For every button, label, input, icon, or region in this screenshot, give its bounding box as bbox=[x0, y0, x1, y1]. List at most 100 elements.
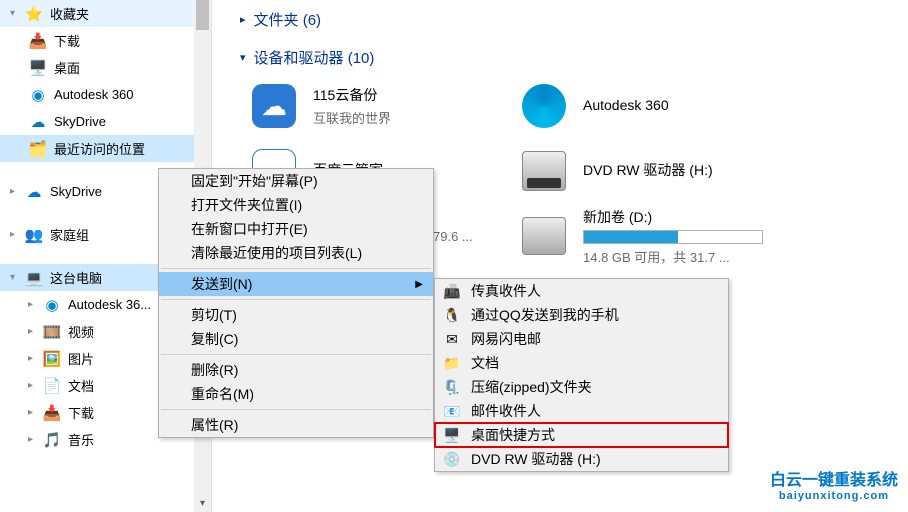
cloud-sync-icon: ☁ bbox=[252, 84, 296, 128]
scrollbar-thumb[interactable] bbox=[196, 0, 209, 30]
tree-label: 收藏夹 bbox=[50, 4, 89, 23]
caret-down-icon: ▾ bbox=[240, 51, 246, 64]
tree-label: SkyDrive bbox=[50, 184, 102, 199]
tree-label: 桌面 bbox=[54, 58, 80, 77]
documents-folder-icon: 📄 bbox=[42, 376, 62, 396]
tree-skydrive[interactable]: ☁ SkyDrive bbox=[0, 108, 211, 135]
ctx-properties[interactable]: 属性(R) bbox=[159, 413, 433, 437]
tree-label: Autodesk 360 bbox=[54, 87, 134, 102]
drive-dvd-h[interactable]: DVD DVD RW 驱动器 (H:) bbox=[520, 141, 790, 201]
caret-right-icon: ▸ bbox=[240, 13, 246, 26]
autodesk-icon bbox=[522, 84, 566, 128]
zip-icon: 🗜️ bbox=[443, 378, 461, 396]
caret-right-icon: ▸ bbox=[28, 407, 40, 418]
section-devices[interactable]: ▾ 设备和驱动器 (10) bbox=[225, 38, 908, 76]
drive-title: 115云备份 bbox=[313, 85, 391, 105]
tree-recent-places[interactable]: 🗂️ 最近访问的位置 bbox=[0, 135, 211, 162]
autodesk-icon: ◉ bbox=[28, 85, 48, 105]
drive-title: DVD RW 驱动器 (H:) bbox=[583, 160, 713, 180]
tree-downloads[interactable]: 📥 下载 bbox=[0, 27, 211, 54]
tree-label: 家庭组 bbox=[50, 225, 89, 244]
sendto-desktop-shortcut[interactable]: 🖥️桌面快捷方式 bbox=[435, 423, 728, 447]
caret-down-icon: ▾ bbox=[10, 8, 22, 19]
ctx-copy[interactable]: 复制(C) bbox=[159, 327, 433, 351]
tree-label: 文档 bbox=[68, 376, 94, 395]
menu-separator bbox=[161, 409, 431, 410]
ctx-open-location[interactable]: 打开文件夹位置(I) bbox=[159, 193, 433, 217]
dvd-drive-icon: DVD bbox=[522, 151, 566, 191]
tree-label: SkyDrive bbox=[54, 114, 106, 129]
tree-label: 下载 bbox=[54, 31, 80, 50]
watermark-url: baiyunxitong.com bbox=[770, 490, 898, 502]
sendto-mail[interactable]: 📧邮件收件人 bbox=[435, 399, 728, 423]
sendto-documents[interactable]: 📁文档 bbox=[435, 351, 728, 375]
tree-label: 音乐 bbox=[68, 430, 94, 449]
watermark: 白云一键重装系统 baiyunxitong.com bbox=[770, 472, 898, 502]
drive-d[interactable]: 新加卷 (D:) 14.8 GB 可用，共 31.7 ... bbox=[520, 206, 790, 266]
homegroup-icon: 👥 bbox=[24, 225, 44, 245]
tree-label: 视频 bbox=[68, 322, 94, 341]
ctx-rename[interactable]: 重命名(M) bbox=[159, 382, 433, 406]
ctx-delete[interactable]: 删除(R) bbox=[159, 358, 433, 382]
tree-label: 图片 bbox=[68, 349, 94, 368]
caret-right-icon: ▸ bbox=[28, 326, 40, 337]
menu-separator bbox=[161, 268, 431, 269]
tree-favorites[interactable]: ▾ ⭐ 收藏夹 bbox=[0, 0, 211, 27]
netease-icon: ✉ bbox=[443, 330, 461, 348]
drive-title: 新加卷 (D:) bbox=[583, 207, 763, 227]
watermark-text: 白云一键重装系统 bbox=[770, 472, 898, 490]
desktop-shortcut-icon: 🖥️ bbox=[443, 426, 461, 444]
download-folder-icon: 📥 bbox=[42, 403, 62, 423]
drive-size: 79.6 ... bbox=[433, 229, 473, 244]
tree-autodesk360[interactable]: ◉ Autodesk 360 bbox=[0, 81, 211, 108]
sendto-zip[interactable]: 🗜️压缩(zipped)文件夹 bbox=[435, 375, 728, 399]
mail-icon: 📧 bbox=[443, 402, 461, 420]
sendto-qq[interactable]: 🐧通过QQ发送到我的手机 bbox=[435, 303, 728, 327]
hard-disk-icon bbox=[522, 217, 566, 255]
tree-desktop[interactable]: 🖥️ 桌面 bbox=[0, 54, 211, 81]
desktop-icon: 🖥️ bbox=[28, 58, 48, 78]
sendto-netease-mail[interactable]: ✉网易闪电邮 bbox=[435, 327, 728, 351]
dvd-icon: 💿 bbox=[443, 450, 461, 468]
caret-right-icon: ▸ bbox=[10, 186, 22, 197]
drive-subtitle: 互联我的世界 bbox=[313, 108, 391, 127]
skydrive-icon: ☁ bbox=[24, 182, 44, 202]
sendto-fax[interactable]: 📠传真收件人 bbox=[435, 279, 728, 303]
ctx-cut[interactable]: 剪切(T) bbox=[159, 303, 433, 327]
caret-right-icon: ▸ bbox=[28, 380, 40, 391]
recent-icon: 🗂️ bbox=[28, 139, 48, 159]
sendto-submenu[interactable]: 📠传真收件人 🐧通过QQ发送到我的手机 ✉网易闪电邮 📁文档 🗜️压缩(zipp… bbox=[434, 278, 729, 472]
star-icon: ⭐ bbox=[24, 4, 44, 24]
autodesk-icon: ◉ bbox=[42, 295, 62, 315]
tree-label: Autodesk 36... bbox=[68, 297, 151, 312]
caret-right-icon: ▸ bbox=[28, 299, 40, 310]
menu-separator bbox=[161, 354, 431, 355]
skydrive-icon: ☁ bbox=[28, 112, 48, 132]
ctx-clear-recent[interactable]: 清除最近使用的项目列表(L) bbox=[159, 241, 433, 265]
pictures-folder-icon: 🖼️ bbox=[42, 349, 62, 369]
section-label: 文件夹 (6) bbox=[254, 9, 322, 30]
menu-separator bbox=[161, 299, 431, 300]
tree-label: 最近访问的位置 bbox=[54, 139, 145, 158]
scrollbar-down-button[interactable]: ▾ bbox=[194, 495, 211, 512]
caret-right-icon: ▸ bbox=[10, 229, 22, 240]
ctx-send-to[interactable]: 发送到(N) ▶ bbox=[159, 272, 433, 296]
drive-title: Autodesk 360 bbox=[583, 97, 669, 113]
music-folder-icon: 🎵 bbox=[42, 430, 62, 450]
drive-autodesk360[interactable]: Autodesk 360 bbox=[520, 76, 790, 136]
sendto-dvd-drive[interactable]: 💿DVD RW 驱动器 (H:) bbox=[435, 447, 728, 471]
section-folders[interactable]: ▸ 文件夹 (6) bbox=[225, 0, 908, 38]
drive-usage-bar bbox=[583, 230, 763, 244]
ctx-open-new-window[interactable]: 在新窗口中打开(E) bbox=[159, 217, 433, 241]
documents-icon: 📁 bbox=[443, 354, 461, 372]
computer-icon: 💻 bbox=[24, 268, 44, 288]
submenu-arrow-icon: ▶ bbox=[415, 279, 423, 290]
section-label: 设备和驱动器 (10) bbox=[254, 47, 375, 68]
caret-down-icon: ▾ bbox=[10, 272, 22, 283]
qq-icon: 🐧 bbox=[443, 306, 461, 324]
context-menu[interactable]: 固定到"开始"屏幕(P) 打开文件夹位置(I) 在新窗口中打开(E) 清除最近使… bbox=[158, 168, 434, 438]
ctx-pin-to-start[interactable]: 固定到"开始"屏幕(P) bbox=[159, 169, 433, 193]
fax-icon: 📠 bbox=[443, 282, 461, 300]
drive-115cloud[interactable]: ☁ 115云备份 互联我的世界 bbox=[250, 76, 520, 136]
tree-label: 下载 bbox=[68, 403, 94, 422]
